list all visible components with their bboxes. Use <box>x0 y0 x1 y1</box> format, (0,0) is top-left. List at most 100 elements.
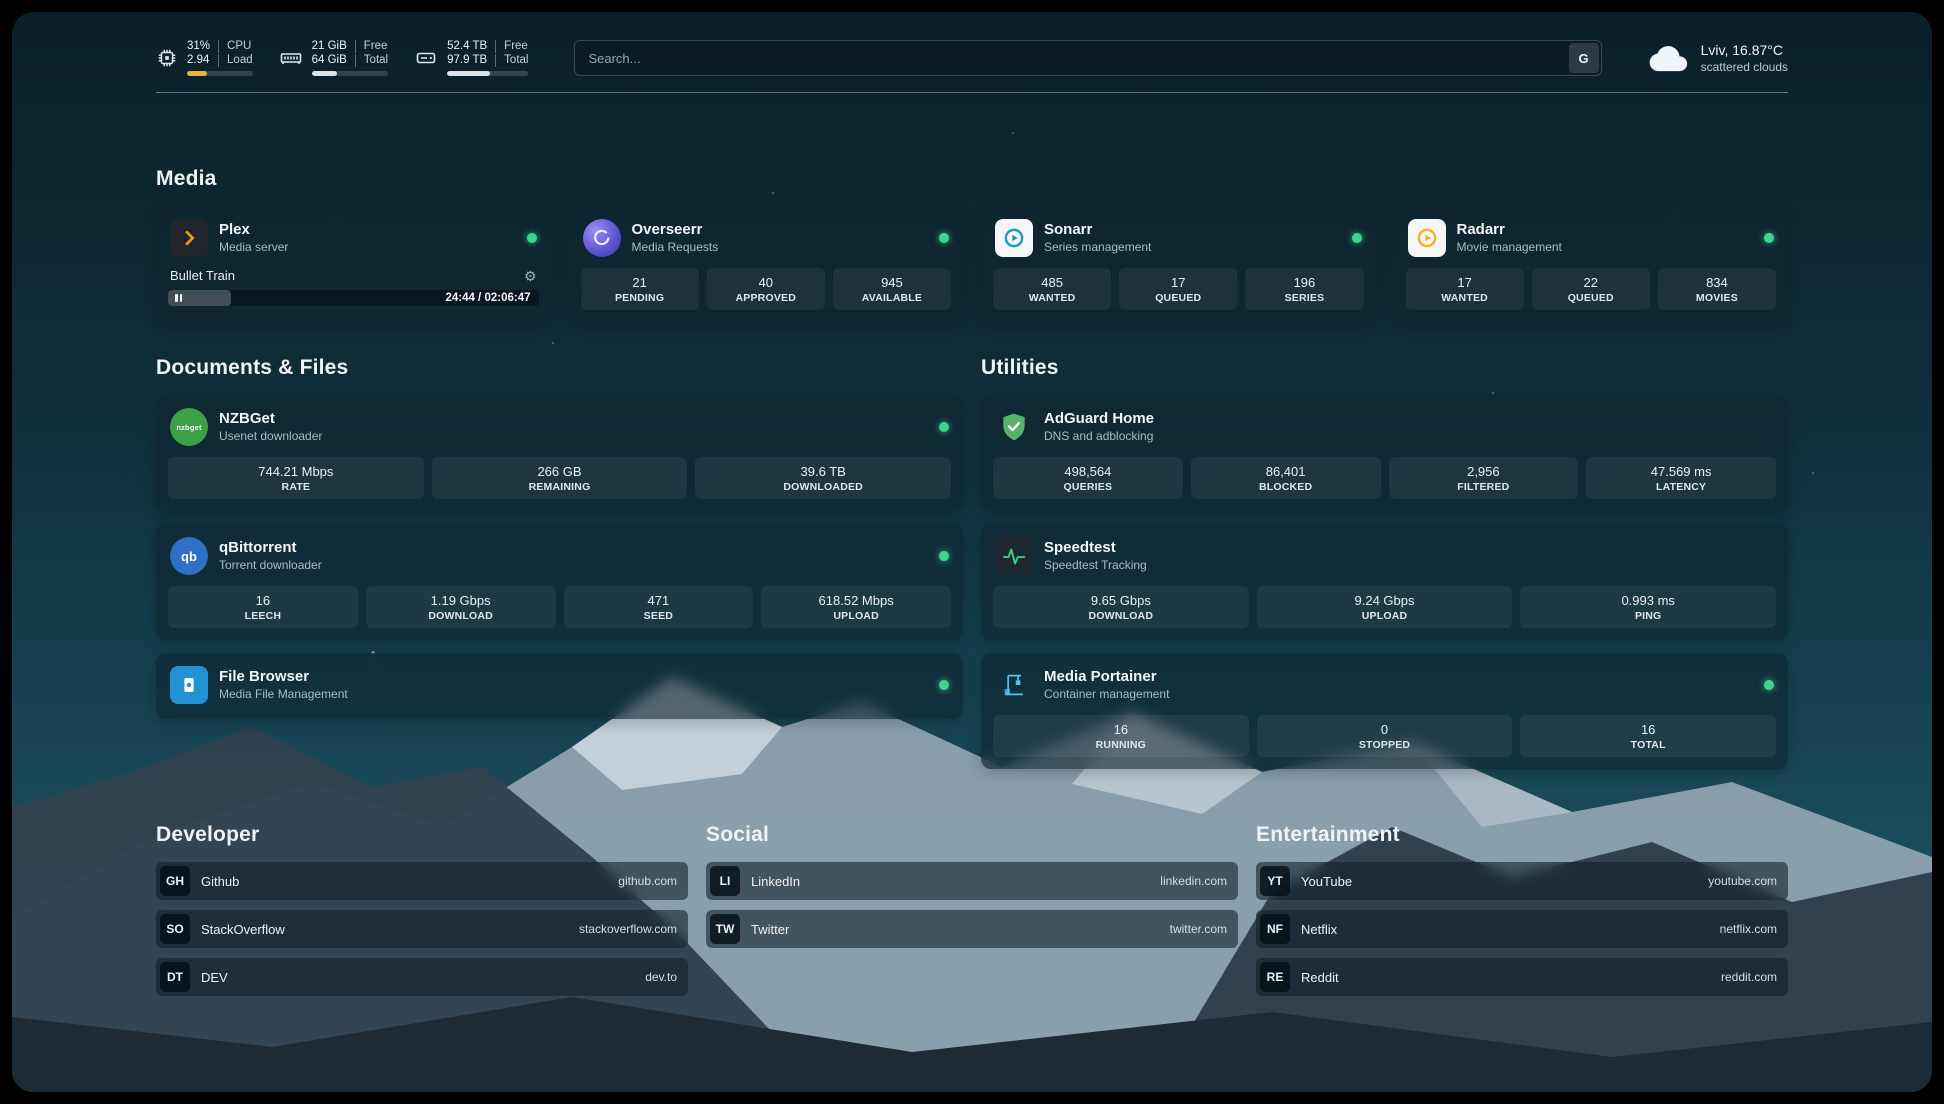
search-engine-button[interactable]: G <box>1569 43 1599 73</box>
search-bar: G <box>574 40 1601 76</box>
ram-progress-bar <box>312 71 388 76</box>
media-cards-row: Plex Media server Bullet Train ⚙ 24:44 /… <box>156 206 1788 322</box>
stat-wanted: 485 WANTED <box>993 268 1111 310</box>
disk-free-value: 52.4 TB <box>447 40 495 53</box>
stat-download: 9.65 Gbps DOWNLOAD <box>993 586 1249 628</box>
cloud-icon <box>1648 43 1690 73</box>
bookmark-youtube[interactable]: YT YouTube youtube.com <box>1256 862 1788 900</box>
app-overseerr[interactable]: Overseerr Media Requests <box>581 216 952 268</box>
stats-row: 498,564 QUERIES 86,401 BLOCKED 2,956 FIL… <box>993 457 1776 499</box>
bookmark-netflix[interactable]: NF Netflix netflix.com <box>1256 910 1788 948</box>
weather-location: Lviv, 16.87°C <box>1701 42 1788 58</box>
app-name: Overseerr <box>632 221 719 239</box>
search-input[interactable] <box>574 40 1601 76</box>
documents-column: Documents & Files nzbget NZBGet Usenet d… <box>156 356 963 719</box>
app-card-speedtest: Speedtest Speedtest Tracking 9.65 Gbps D… <box>981 524 1788 640</box>
utilities-column: Utilities AdGuard Home DNS and adblockin… <box>981 356 1788 769</box>
status-online-dot <box>1764 233 1774 243</box>
app-qbittorrent[interactable]: qb qBittorrent Torrent downloader <box>168 534 951 586</box>
bookmark-twitter[interactable]: TW Twitter twitter.com <box>706 910 1238 948</box>
app-subtitle: Media server <box>219 240 288 255</box>
stat-running: 16 RUNNING <box>993 715 1249 757</box>
stat-queries: 498,564 QUERIES <box>993 457 1183 499</box>
speedtest-pulse-icon <box>995 537 1033 575</box>
disk-total-value: 97.9 TB <box>447 54 495 67</box>
app-plex[interactable]: Plex Media server <box>168 216 539 268</box>
stat-rate: 744.21 Mbps RATE <box>168 457 424 499</box>
app-card-adguard: AdGuard Home DNS and adblocking 498,564 … <box>981 395 1788 511</box>
reddit-badge-icon: RE <box>1260 962 1290 992</box>
stat-seed: 471 SEED <box>564 586 754 628</box>
stat-pending: 21 PENDING <box>581 268 699 310</box>
adguard-shield-icon <box>995 408 1033 446</box>
cpu-chip-icon <box>156 47 178 69</box>
disk-widget: 52.4 TB Free 97.9 TB Total <box>414 40 528 76</box>
stat-queued: 17 QUEUED <box>1119 268 1237 310</box>
stats-row: 485 WANTED 17 QUEUED 196 SERIES <box>993 268 1364 310</box>
app-name: AdGuard Home <box>1044 410 1154 428</box>
filebrowser-icon <box>170 666 208 704</box>
app-card-plex: Plex Media server Bullet Train ⚙ 24:44 /… <box>156 206 551 322</box>
status-online-dot <box>527 233 537 243</box>
stat-filtered: 2,956 FILTERED <box>1389 457 1579 499</box>
app-adguard[interactable]: AdGuard Home DNS and adblocking <box>993 405 1776 457</box>
app-subtitle: Movie management <box>1457 240 1562 255</box>
cpu-usage-value: 31% <box>187 40 218 53</box>
app-name: NZBGet <box>219 410 322 428</box>
stats-row: 9.65 Gbps DOWNLOAD 9.24 Gbps UPLOAD 0.99… <box>993 586 1776 628</box>
stat-download: 1.19 Gbps DOWNLOAD <box>366 586 556 628</box>
app-card-qbittorrent: qb qBittorrent Torrent downloader 16 LEE… <box>156 524 963 640</box>
app-radarr[interactable]: Radarr Movie management <box>1406 216 1777 268</box>
playback-progress-bar[interactable]: 24:44 / 02:06:47 <box>168 290 539 306</box>
status-online-dot <box>939 551 949 561</box>
qbittorrent-icon: qb <box>170 537 208 575</box>
app-portainer[interactable]: Media Portainer Container management <box>993 663 1776 715</box>
plex-icon <box>170 219 208 257</box>
entertainment-column: Entertainment YT YouTube youtube.com NF … <box>1256 823 1788 996</box>
stackoverflow-badge-icon: SO <box>160 914 190 944</box>
bookmark-github[interactable]: GH Github github.com <box>156 862 688 900</box>
section-title-media: Media <box>156 167 1788 191</box>
bookmark-stackoverflow[interactable]: SO StackOverflow stackoverflow.com <box>156 910 688 948</box>
disk-total-label: Total <box>495 54 528 67</box>
stats-row: 744.21 Mbps RATE 266 GB REMAINING 39.6 T… <box>168 457 951 499</box>
stat-stopped: 0 STOPPED <box>1257 715 1513 757</box>
pause-icon[interactable] <box>175 294 182 302</box>
stat-upload: 618.52 Mbps UPLOAD <box>761 586 951 628</box>
app-filebrowser[interactable]: File Browser Media File Management <box>168 663 951 707</box>
cpu-widget: 31% CPU 2.94 Load <box>156 40 253 76</box>
nzbget-icon: nzbget <box>170 408 208 446</box>
stat-available: 945 AVAILABLE <box>833 268 951 310</box>
cpu-load-label: Load <box>218 54 253 67</box>
cpu-usage-label: CPU <box>218 40 253 53</box>
disk-icon <box>414 46 438 70</box>
app-nzbget[interactable]: nzbget NZBGet Usenet downloader <box>168 405 951 457</box>
ram-total-label: Total <box>355 54 388 67</box>
stats-row: 17 WANTED 22 QUEUED 834 MOVIES <box>1406 268 1777 310</box>
bookmark-dev[interactable]: DT DEV dev.to <box>156 958 688 996</box>
youtube-badge-icon: YT <box>1260 866 1290 896</box>
stat-blocked: 86,401 BLOCKED <box>1191 457 1381 499</box>
stat-downloaded: 39.6 TB DOWNLOADED <box>695 457 951 499</box>
app-subtitle: Media File Management <box>219 687 348 702</box>
overseerr-icon <box>583 219 621 257</box>
app-speedtest[interactable]: Speedtest Speedtest Tracking <box>993 534 1776 586</box>
ram-free-label: Free <box>355 40 388 53</box>
app-sonarr[interactable]: Sonarr Series management <box>993 216 1364 268</box>
section-title-entertainment: Entertainment <box>1256 823 1788 847</box>
stat-wanted: 17 WANTED <box>1406 268 1524 310</box>
dev-badge-icon: DT <box>160 962 190 992</box>
app-name: qBittorrent <box>219 539 322 557</box>
app-subtitle: Media Requests <box>632 240 719 255</box>
sonarr-icon <box>995 219 1033 257</box>
section-title-developer: Developer <box>156 823 688 847</box>
app-name: Plex <box>219 221 288 239</box>
stats-row: 16 RUNNING 0 STOPPED 16 TOTAL <box>993 715 1776 757</box>
gear-icon[interactable]: ⚙ <box>524 269 537 283</box>
bookmark-reddit[interactable]: RE Reddit reddit.com <box>1256 958 1788 996</box>
app-name: Radarr <box>1457 221 1562 239</box>
ram-widget: 21 GiB Free 64 GiB Total <box>279 40 388 76</box>
app-subtitle: Container management <box>1044 687 1169 702</box>
app-name: File Browser <box>219 668 348 686</box>
bookmark-linkedin[interactable]: LI LinkedIn linkedin.com <box>706 862 1238 900</box>
